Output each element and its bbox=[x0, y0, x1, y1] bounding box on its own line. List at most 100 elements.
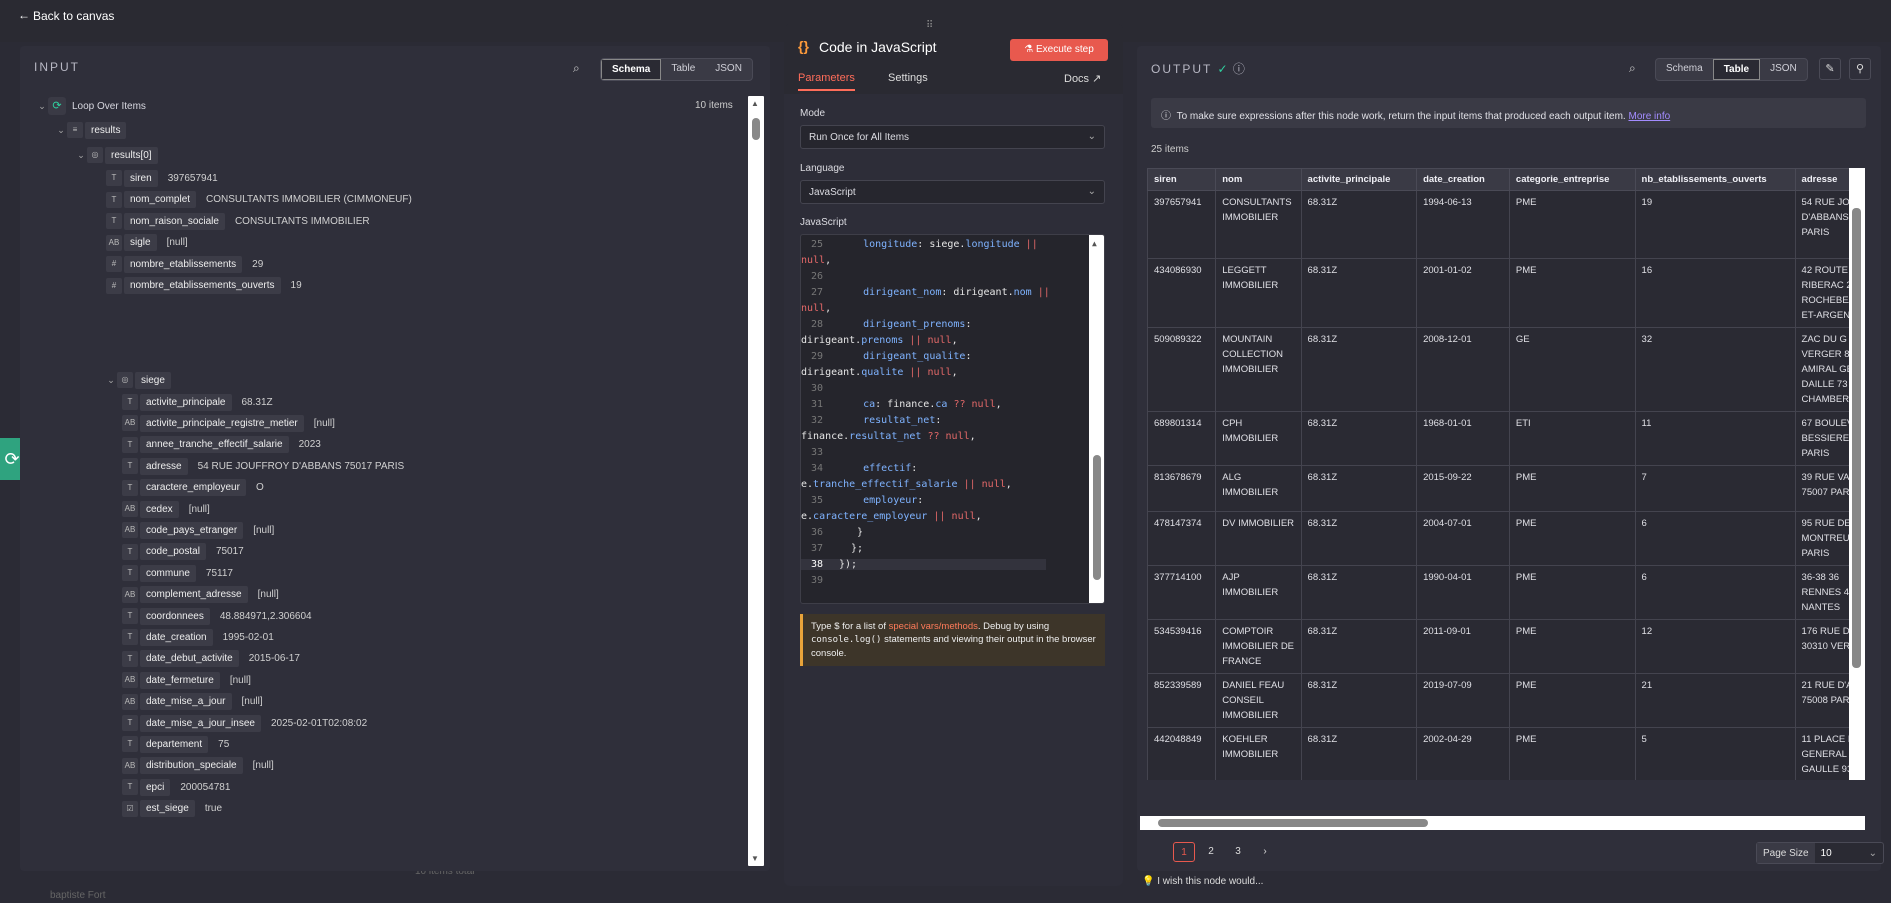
field-value: 48.884971,2.306604 bbox=[219, 610, 312, 622]
field-row[interactable]: AB complement_adresse [null] bbox=[122, 585, 279, 605]
tab-table[interactable]: Table bbox=[1712, 59, 1761, 80]
table-hscrollbar[interactable] bbox=[1140, 816, 1865, 830]
field-row[interactable]: # nombre_etablissements_ouverts 19 bbox=[106, 276, 302, 296]
field-row[interactable]: Tdate_creation 1995-02-01 bbox=[122, 627, 274, 647]
chevron-down-icon[interactable]: ⌄ bbox=[36, 101, 48, 112]
tree-root[interactable]: ⌄ ⟳ Loop Over Items bbox=[36, 96, 146, 116]
tree-results0[interactable]: ⌄ ◎ results[0] bbox=[75, 145, 158, 165]
loop-icon: ⟳ bbox=[48, 97, 66, 115]
field-row[interactable]: AB distribution_speciale [null] bbox=[122, 756, 274, 776]
scroll-down-icon[interactable]: ▼ bbox=[751, 854, 759, 863]
scroll-thumb[interactable] bbox=[1093, 455, 1101, 580]
scroll-up-icon[interactable]: ▲ bbox=[751, 99, 759, 108]
field-key: coordonnees bbox=[140, 607, 210, 625]
page-2[interactable]: 2 bbox=[1200, 842, 1222, 862]
page-1[interactable]: 1 bbox=[1173, 842, 1195, 862]
node-title[interactable]: Code in JavaScript bbox=[819, 39, 937, 55]
info-icon[interactable]: ⓘ bbox=[1233, 62, 1245, 76]
column-header-categorie_entreprise[interactable]: categorie_entreprise bbox=[1508, 168, 1636, 191]
column-header-activite_principale[interactable]: activite_principale bbox=[1300, 168, 1418, 191]
execute-step-button[interactable]: ⚗ Execute step bbox=[1010, 39, 1108, 61]
type-string-icon: T bbox=[122, 394, 138, 410]
code-scrollbar[interactable]: ▲ bbox=[1089, 235, 1104, 603]
tab-json[interactable]: JSON bbox=[1760, 59, 1807, 80]
field-row[interactable]: Tcoordonnees 48.884971,2.306604 bbox=[122, 606, 312, 626]
input-panel: INPUT ⌕ Schema Table JSON ⌄ ⟳ Loop Over … bbox=[20, 46, 770, 871]
back-to-canvas-link[interactable]: Back to canvas bbox=[33, 9, 114, 23]
field-row[interactable]: Tadresse 54 RUE JOUFFROY D'ABBANS 75017 P… bbox=[122, 456, 404, 476]
field-row[interactable]: AB code_pays_etranger [null] bbox=[122, 520, 274, 540]
edit-icon[interactable]: ✎ bbox=[1819, 58, 1841, 80]
tab-settings[interactable]: Settings bbox=[888, 72, 928, 84]
language-select[interactable]: JavaScript ⌄ bbox=[800, 180, 1105, 204]
more-info-link[interactable]: More info bbox=[1628, 111, 1670, 122]
chevron-down-icon[interactable]: ⌄ bbox=[105, 375, 117, 386]
field-row[interactable]: Tcode_postal 75017 bbox=[122, 542, 244, 562]
info-banner: ⓘ To make sure expressions after this no… bbox=[1151, 98, 1866, 128]
tab-docs[interactable]: Docs ↗ bbox=[1064, 72, 1101, 85]
tab-schema[interactable]: Schema bbox=[601, 59, 662, 80]
next-page-icon[interactable]: › bbox=[1254, 842, 1276, 862]
field-row[interactable]: Tnom_raison_sociale CONSULTANTS IMMOBILIE… bbox=[106, 211, 370, 231]
field-row[interactable]: AB date_fermeture [null] bbox=[122, 670, 251, 690]
field-row[interactable]: AB sigle [null] bbox=[106, 233, 188, 253]
chevron-down-icon[interactable]: ⌄ bbox=[55, 125, 67, 136]
field-row[interactable]: Tnom_complet CONSULTANTS IMMOBILIER (CIMM… bbox=[106, 190, 412, 210]
field-row[interactable]: # nombre_etablissements 29 bbox=[106, 254, 263, 274]
field-row[interactable]: Tdate_mise_a_jour_insee 2025-02-01T02:08:… bbox=[122, 713, 367, 733]
type-null-icon: AB bbox=[122, 415, 138, 432]
column-header-nom[interactable]: nom bbox=[1215, 168, 1302, 191]
field-row[interactable]: Tepci 200054781 bbox=[122, 777, 230, 797]
scroll-thumb[interactable] bbox=[1852, 208, 1861, 668]
page-size-select[interactable]: Page Size 10 ⌄ bbox=[1756, 842, 1884, 864]
input-scrollbar[interactable]: ▲ ▼ bbox=[748, 96, 764, 866]
scroll-thumb[interactable] bbox=[1158, 819, 1428, 827]
field-row[interactable]: Tcaractere_employeur O bbox=[122, 478, 264, 498]
page-3[interactable]: 3 bbox=[1227, 842, 1249, 862]
field-value: 75117 bbox=[205, 567, 233, 579]
output-view-tabs: Schema Table JSON bbox=[1655, 58, 1808, 81]
scroll-up-icon[interactable]: ▲ bbox=[1092, 239, 1097, 248]
table-cell: 6 bbox=[1634, 565, 1796, 620]
field-value: [null] bbox=[166, 237, 188, 248]
column-header-siren[interactable]: siren bbox=[1147, 168, 1217, 191]
chevron-down-icon: ⌄ bbox=[1087, 131, 1096, 142]
column-header-nb_etablissements_ouverts[interactable]: nb_etablissements_ouverts bbox=[1634, 168, 1796, 191]
code-editor[interactable]: 25 longitude: siege.longitude || null, 2… bbox=[800, 234, 1105, 604]
tree-siege[interactable]: ⌄ ◎ siege bbox=[105, 370, 171, 390]
drag-handle-icon[interactable]: ⠿ bbox=[926, 20, 933, 31]
field-row[interactable]: AB activite_principale_registre_metier [nu… bbox=[122, 413, 335, 433]
field-row[interactable]: Tcommune 75117 bbox=[122, 563, 233, 583]
table-cell: 2019-07-09 bbox=[1416, 673, 1510, 728]
special-vars-link[interactable]: special vars/methods bbox=[889, 621, 978, 632]
field-key: commune bbox=[140, 564, 196, 582]
field-key: code_postal bbox=[140, 543, 206, 561]
field-row[interactable]: Tsiren 397657941 bbox=[106, 168, 218, 188]
field-row[interactable]: Tactivite_principale 68.31Z bbox=[122, 392, 273, 412]
table-row: 442048849 KOEHLER IMMOBILIER 68.31Z 2002-04… bbox=[1147, 727, 1865, 780]
tab-schema[interactable]: Schema bbox=[1656, 59, 1713, 80]
field-row[interactable]: AB cedex [null] bbox=[122, 499, 210, 519]
field-row[interactable]: ☑ est_siege true bbox=[122, 799, 222, 819]
field-row[interactable]: Tannee_tranche_effectif_salarie 2023 bbox=[122, 435, 321, 455]
pin-icon[interactable]: ⚲ bbox=[1849, 58, 1871, 80]
back-arrow-icon[interactable]: ← bbox=[18, 8, 30, 22]
table-cell: 68.31Z bbox=[1300, 465, 1418, 512]
tab-parameters[interactable]: Parameters bbox=[798, 72, 855, 91]
tab-json[interactable]: JSON bbox=[705, 59, 752, 80]
field-row[interactable]: AB date_mise_a_jour [null] bbox=[122, 692, 263, 712]
field-row[interactable]: Tdate_debut_activite 2015-06-17 bbox=[122, 649, 300, 669]
scroll-thumb[interactable] bbox=[752, 118, 760, 140]
search-icon[interactable]: ⌕ bbox=[1629, 61, 1636, 76]
field-row[interactable]: Tdepartement 75 bbox=[122, 734, 229, 754]
column-header-date_creation[interactable]: date_creation bbox=[1416, 168, 1510, 191]
search-icon[interactable]: ⌕ bbox=[573, 61, 580, 76]
tab-table[interactable]: Table bbox=[661, 59, 705, 80]
chevron-down-icon[interactable]: ⌄ bbox=[75, 150, 87, 161]
field-value: 200054781 bbox=[180, 781, 231, 793]
table-vscrollbar[interactable] bbox=[1849, 168, 1865, 780]
table-cell: 478147374 bbox=[1147, 511, 1217, 566]
feedback-row[interactable]: 💡 I wish this node would... bbox=[1142, 876, 1263, 887]
tree-results[interactable]: ⌄ ≡ results bbox=[55, 120, 127, 140]
mode-select[interactable]: Run Once for All Items ⌄ bbox=[800, 125, 1105, 149]
